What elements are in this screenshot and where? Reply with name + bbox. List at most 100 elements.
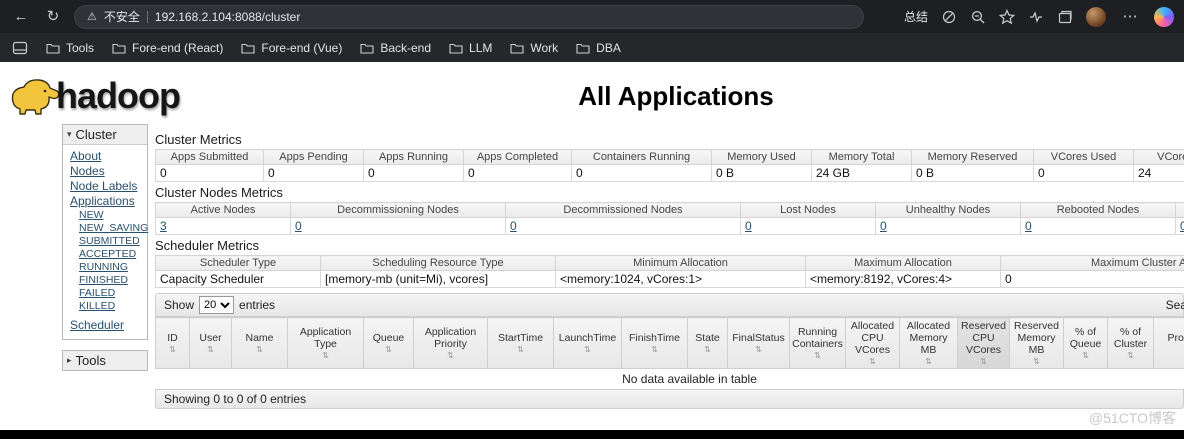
column-header: Scheduling Resource Type xyxy=(321,256,556,271)
bookmark-folder-dba[interactable]: DBA xyxy=(576,41,621,55)
hadoop-logo[interactable]: hadoop xyxy=(8,74,180,118)
column-header-percent-of-queue[interactable]: % of Queue⇅ xyxy=(1064,318,1108,369)
column-header-user[interactable]: User⇅ xyxy=(190,318,232,369)
search-label[interactable]: Search: xyxy=(1166,298,1184,312)
lost-nodes-link[interactable]: 0 xyxy=(745,219,752,233)
address-bar[interactable]: ⚠ 不安全 192.168.2.104:8088/cluster xyxy=(74,5,864,29)
column-header: VCores Used xyxy=(1034,150,1134,165)
sort-icon: ⇅ xyxy=(158,345,187,354)
collections-icon[interactable] xyxy=(1057,9,1073,25)
summarize-extension-button[interactable]: 总结 xyxy=(904,8,928,25)
applications-table: ID⇅ User⇅ Name⇅ Application Type⇅ Queue⇅… xyxy=(155,317,1184,389)
column-header-reserved-memory-mb[interactable]: Reserved Memory MB⇅ xyxy=(1010,318,1064,369)
column-header: Maximum Allocation xyxy=(806,256,1001,271)
sidebar-state-finished[interactable]: FINISHED xyxy=(79,274,145,286)
column-header-state[interactable]: State⇅ xyxy=(688,318,728,369)
sort-icon: ⇅ xyxy=(290,351,361,360)
column-header-allocated-memory-mb[interactable]: Allocated Memory MB⇅ xyxy=(900,318,958,369)
decommissioned-nodes-link[interactable]: 0 xyxy=(510,219,517,233)
sidebar-state-accepted[interactable]: ACCEPTED xyxy=(79,248,145,260)
column-header-finishtime[interactable]: FinishTime⇅ xyxy=(622,318,688,369)
sort-icon: ⇅ xyxy=(556,345,619,354)
bookmark-label: LLM xyxy=(469,41,492,55)
unhealthy-nodes-link[interactable]: 0 xyxy=(880,219,887,233)
page-size-select[interactable]: 20 xyxy=(199,296,234,314)
column-header: Scheduler Type xyxy=(156,256,321,271)
shutdown-nodes-link[interactable]: 0 xyxy=(1180,219,1184,233)
column-header-id[interactable]: ID⇅ xyxy=(156,318,190,369)
sidebar-state-failed[interactable]: FAILED xyxy=(79,287,145,299)
metric-value: 0 xyxy=(572,165,712,182)
url-text[interactable]: 192.168.2.104:8088/cluster xyxy=(155,10,300,24)
sidebar-link-about[interactable]: About xyxy=(70,149,145,163)
column-header-allocated-cpu-vcores[interactable]: Allocated CPU VCores⇅ xyxy=(846,318,900,369)
sidebar-link-scheduler[interactable]: Scheduler xyxy=(70,318,145,332)
sidebar-state-new[interactable]: NEW xyxy=(79,209,145,221)
column-header: Apps Pending xyxy=(264,150,364,165)
sidebar-link-nodes[interactable]: Nodes xyxy=(70,164,145,178)
sidebar-section-cluster[interactable]: ▾ Cluster xyxy=(63,125,147,145)
bookmark-folder-tools[interactable]: Tools xyxy=(46,41,94,55)
bookmark-folder-foreend-react[interactable]: Fore-end (React) xyxy=(112,41,223,55)
column-header-starttime[interactable]: StartTime⇅ xyxy=(488,318,554,369)
blocked-content-icon[interactable] xyxy=(941,9,957,25)
bookmark-folder-work[interactable]: Work xyxy=(510,41,558,55)
metric-value: Capacity Scheduler xyxy=(156,271,321,288)
back-icon[interactable]: ← xyxy=(10,9,32,24)
bookmark-label: Tools xyxy=(66,41,94,55)
metric-value: <memory:8192, vCores:4> xyxy=(806,271,1001,288)
column-header-launchtime[interactable]: LaunchTime⇅ xyxy=(554,318,622,369)
column-header: Decommissioned Nodes xyxy=(506,203,741,218)
column-header-running-containers[interactable]: Running Containers⇅ xyxy=(790,318,846,369)
browser-essentials-icon[interactable] xyxy=(1028,9,1044,25)
sidebar-state-killed[interactable]: KILLED xyxy=(79,300,145,312)
sidebar-cluster-links: About Nodes Node Labels Applications NEW… xyxy=(63,145,147,339)
sidebar-state-new-saving[interactable]: NEW_SAVING xyxy=(79,222,145,234)
column-header: Memory Total xyxy=(812,150,912,165)
sidebar-section-tools[interactable]: ▸ Tools xyxy=(63,351,147,370)
column-header-queue[interactable]: Queue⇅ xyxy=(364,318,414,369)
column-header-progress[interactable]: Progress⇅ xyxy=(1154,318,1184,369)
node-count-cell: 0 xyxy=(1176,218,1184,235)
column-header-percent-of-cluster[interactable]: % of Cluster⇅ xyxy=(1108,318,1154,369)
bookmarks-bar: Tools Fore-end (React) Fore-end (Vue) Ba… xyxy=(0,33,1184,62)
sidebar-state-submitted[interactable]: SUBMITTED xyxy=(79,235,145,247)
column-header-finalstatus[interactable]: FinalStatus⇅ xyxy=(728,318,790,369)
copilot-icon[interactable] xyxy=(1154,7,1174,27)
column-header-name[interactable]: Name⇅ xyxy=(232,318,288,369)
active-nodes-link[interactable]: 3 xyxy=(160,219,167,233)
decommissioning-nodes-link[interactable]: 0 xyxy=(295,219,302,233)
sidebar-cluster-label: Cluster xyxy=(76,127,117,142)
sidebar-tools-label: Tools xyxy=(76,353,106,368)
security-label[interactable]: 不安全 xyxy=(104,8,140,25)
column-header: Memory Used xyxy=(712,150,812,165)
column-header: Decommissioning Nodes xyxy=(291,203,506,218)
sidebar-link-node-labels[interactable]: Node Labels xyxy=(70,179,145,193)
metric-value: 0 B xyxy=(712,165,812,182)
sort-icon: ⇅ xyxy=(690,345,725,354)
node-count-cell: 0 xyxy=(1021,218,1176,235)
bookmark-folder-llm[interactable]: LLM xyxy=(449,41,492,55)
address-divider xyxy=(147,11,148,23)
column-header-application-type[interactable]: Application Type⇅ xyxy=(288,318,364,369)
table-header-row: Active Nodes Decommissioning Nodes Decom… xyxy=(156,203,1184,218)
rebooted-nodes-link[interactable]: 0 xyxy=(1025,219,1032,233)
workspace-panel-icon[interactable] xyxy=(12,41,28,55)
metric-value: 0 xyxy=(156,165,264,182)
table-row: 3 0 0 0 0 0 0 xyxy=(156,218,1184,235)
sidebar-state-running[interactable]: RUNNING xyxy=(79,261,145,273)
sort-icon: ⇅ xyxy=(1156,345,1184,354)
bookmark-folder-foreend-vue[interactable]: Fore-end (Vue) xyxy=(241,41,342,55)
zoom-out-icon[interactable] xyxy=(970,9,986,25)
column-header-application-priority[interactable]: Application Priority⇅ xyxy=(414,318,488,369)
sidebar-link-applications[interactable]: Applications xyxy=(70,194,145,208)
page-body: ▾ Cluster About Nodes Node Labels Applic… xyxy=(0,124,1184,409)
table-header-row: Scheduler Type Scheduling Resource Type … xyxy=(156,256,1184,271)
refresh-icon[interactable]: ↻ xyxy=(42,9,64,24)
browser-toolbar: ← ↻ ⚠ 不安全 192.168.2.104:8088/cluster 总结 xyxy=(0,0,1184,33)
bookmark-folder-backend[interactable]: Back-end xyxy=(360,41,431,55)
column-header-reserved-cpu-vcores[interactable]: Reserved CPU VCores⇅ xyxy=(958,318,1010,369)
more-options-icon[interactable]: ⋯ xyxy=(1119,9,1141,24)
profile-avatar[interactable] xyxy=(1086,7,1106,27)
favorites-star-icon[interactable] xyxy=(999,9,1015,25)
